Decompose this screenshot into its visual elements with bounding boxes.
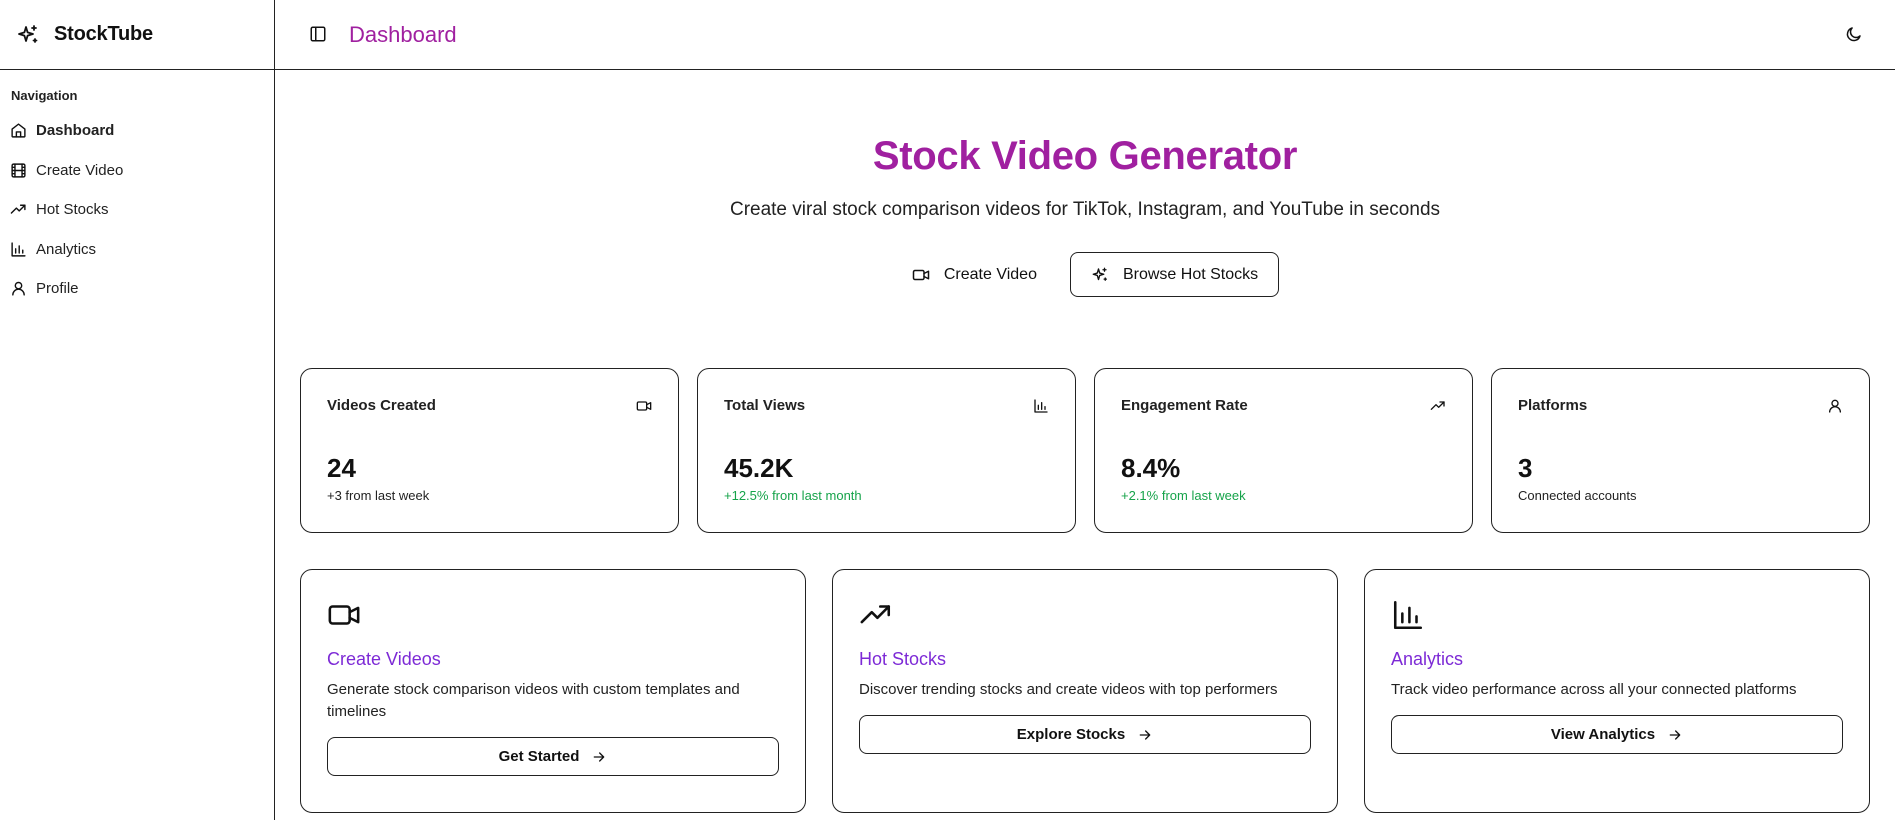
hero-actions: Create Video Browse Hot Stocks	[300, 252, 1870, 297]
hero-title: Stock Video Generator	[872, 134, 1298, 178]
trending-up-icon	[859, 598, 893, 632]
video-icon	[636, 398, 652, 414]
video-icon	[912, 266, 930, 284]
browse-hot-stocks-button-label: Browse Hot Stocks	[1122, 265, 1259, 283]
trending-up-icon	[1430, 398, 1446, 414]
trending-up-icon	[10, 201, 27, 218]
sidebar: StockTube Navigation Dashboard Create Vi…	[0, 0, 275, 820]
stat-card-videos-created: Videos Created 24 +3 from last week	[300, 368, 679, 533]
stat-value: 8.4%	[1121, 453, 1181, 483]
top-bar: Dashboard	[275, 0, 1895, 70]
stat-sub: +2.1% from last week	[1121, 488, 1246, 503]
sidebar-item-label: Create Video	[36, 161, 124, 179]
content: Stock Video Generator Create viral stock…	[275, 70, 1895, 813]
stat-card-total-views: Total Views 45.2K +12.5% from last month	[697, 368, 1076, 533]
stat-value: 45.2K	[724, 453, 794, 483]
stat-value: 3	[1518, 453, 1533, 483]
stat-value: 24	[327, 453, 356, 483]
sidebar-item-label: Analytics	[36, 240, 97, 258]
feature-card-create-videos: Create Videos Generate stock comparison …	[300, 569, 806, 813]
feature-card-analytics: Analytics Track video performance across…	[1364, 569, 1870, 813]
view-analytics-button[interactable]: View Analytics	[1391, 715, 1843, 754]
home-icon	[10, 122, 27, 139]
feature-title: Create Videos	[327, 649, 441, 669]
sidebar-item-hot-stocks[interactable]: Hot Stocks	[10, 190, 264, 230]
user-icon	[1827, 398, 1843, 414]
sidebar-item-dashboard[interactable]: Dashboard	[10, 111, 264, 151]
video-icon	[327, 598, 361, 632]
feature-card-hot-stocks: Hot Stocks Discover trending stocks and …	[832, 569, 1338, 813]
sparkles-icon	[16, 23, 40, 47]
moon-icon[interactable]	[1845, 25, 1865, 45]
sidebar-nav: Navigation Dashboard Create Video Hot St…	[0, 70, 274, 309]
sidebar-item-label: Hot Stocks	[36, 201, 109, 219]
brand[interactable]: StockTube	[0, 0, 274, 70]
arrow-right-icon	[591, 749, 607, 765]
stat-card-engagement-rate: Engagement Rate 8.4% +2.1% from last wee…	[1094, 368, 1473, 533]
page-title: Dashboard	[349, 21, 457, 47]
create-video-button-label: Create Video	[943, 265, 1037, 283]
stat-title: Videos Created	[327, 397, 436, 414]
get-started-button-label: Get Started	[498, 748, 580, 765]
film-icon	[10, 162, 27, 179]
arrow-right-icon	[1137, 727, 1153, 743]
sidebar-toggle-icon[interactable]	[309, 25, 329, 45]
explore-stocks-button[interactable]: Explore Stocks	[859, 715, 1311, 754]
sidebar-item-profile[interactable]: Profile	[10, 269, 264, 309]
stat-card-platforms: Platforms 3 Connected accounts	[1491, 368, 1870, 533]
hero: Stock Video Generator Create viral stock…	[300, 70, 1870, 297]
view-analytics-button-label: View Analytics	[1550, 726, 1656, 743]
app-root: StockTube Navigation Dashboard Create Vi…	[0, 0, 1895, 820]
stat-title: Platforms	[1518, 397, 1588, 414]
bar-chart-icon	[1391, 598, 1425, 632]
feature-description: Generate stock comparison videos with cu…	[327, 681, 740, 720]
arrow-right-icon	[1667, 727, 1683, 743]
sidebar-item-label: Dashboard	[36, 122, 115, 140]
user-icon	[10, 280, 27, 297]
browse-hot-stocks-button[interactable]: Browse Hot Stocks	[1069, 252, 1280, 297]
explore-stocks-button-label: Explore Stocks	[1016, 726, 1126, 743]
stats-row: Videos Created 24 +3 from last week Tota…	[300, 368, 1870, 533]
features-row: Create Videos Generate stock comparison …	[300, 569, 1870, 813]
feature-description: Track video performance across all your …	[1391, 681, 1797, 698]
bar-chart-icon	[1033, 398, 1049, 414]
main-area: Dashboard Stock Video Generator Create v…	[275, 0, 1895, 820]
feature-description: Discover trending stocks and create vide…	[859, 681, 1278, 698]
create-video-button[interactable]: Create Video	[890, 252, 1058, 297]
sparkles-icon	[1091, 266, 1109, 284]
stat-sub: Connected accounts	[1518, 488, 1637, 503]
nav-heading: Navigation	[11, 88, 78, 103]
bar-chart-icon	[10, 241, 27, 258]
brand-name: StockTube	[54, 23, 153, 45]
stat-sub: +3 from last week	[327, 488, 430, 503]
sidebar-item-analytics[interactable]: Analytics	[10, 230, 264, 270]
feature-title: Analytics	[1391, 649, 1464, 669]
stat-title: Total Views	[724, 397, 806, 414]
feature-title: Hot Stocks	[859, 649, 947, 669]
sidebar-item-label: Profile	[36, 280, 79, 298]
stat-title: Engagement Rate	[1121, 397, 1248, 414]
get-started-button[interactable]: Get Started	[327, 737, 779, 776]
hero-subtitle: Create viral stock comparison videos for…	[729, 199, 1441, 220]
sidebar-item-create-video[interactable]: Create Video	[10, 151, 264, 191]
stat-sub: +12.5% from last month	[724, 488, 862, 503]
